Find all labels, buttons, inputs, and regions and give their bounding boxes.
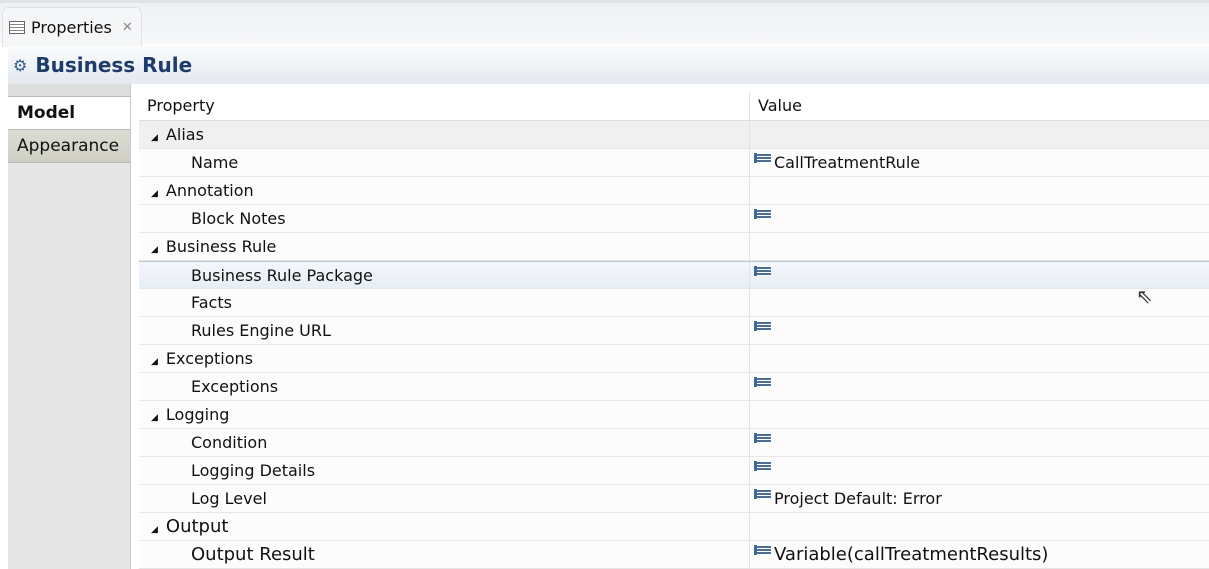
category-row[interactable]: ◢ Output [139,513,1209,541]
property-value-icon [754,266,771,276]
property-label: Business Rule Package [191,266,373,285]
property-label: Exceptions [165,349,253,368]
property-value-icon [754,209,771,219]
property-label: Rules Engine URL [191,321,331,340]
property-label: Output [165,516,229,537]
value-cell[interactable] [750,121,1209,148]
value-cell[interactable] [750,513,1209,540]
property-label: Logging Details [191,461,316,480]
value-cell[interactable]: Variable(callTreatmentResults) [750,541,1209,568]
column-header-property[interactable]: Property [139,92,750,120]
value-cell[interactable] [750,205,1209,232]
property-value: Project Default: Error [774,489,942,508]
table-row[interactable]: Block Notes [139,205,1209,233]
view-tab-bar: Properties ✕ [0,0,1209,47]
table-row[interactable]: Exceptions [139,373,1209,401]
property-label: Condition [191,433,268,452]
value-cell[interactable] [750,429,1209,456]
column-header-value[interactable]: Value [750,92,1209,120]
tab-label: Properties [31,18,112,37]
tab-appearance[interactable]: Appearance [8,130,130,163]
value-cell[interactable]: CallTreatmentRule [750,149,1209,176]
expand-triangle-icon[interactable]: ◢ [151,405,158,432]
table-row[interactable]: Business Rule Package [139,261,1209,289]
page-title: Business Rule [35,53,193,77]
value-cell[interactable] [750,373,1209,400]
side-tabs: Model Appearance [8,84,131,569]
table-row[interactable]: Name CallTreatmentRule [139,149,1209,177]
category-row[interactable]: ◢ Annotation [139,177,1209,205]
table-row[interactable]: Logging Details [139,457,1209,485]
value-cell[interactable] [750,345,1209,372]
table-row[interactable]: Condition [139,429,1209,457]
close-icon[interactable]: ✕ [122,20,133,35]
value-cell[interactable] [750,317,1209,344]
property-label: Business Rule [165,237,277,256]
gears-icon: ⚙ [13,55,28,75]
tab-model[interactable]: Model [8,97,130,130]
expand-triangle-icon[interactable]: ◢ [151,181,158,208]
value-cell[interactable]: Project Default: Error [750,485,1209,512]
property-label: Block Notes [191,209,286,228]
expand-triangle-icon[interactable]: ◢ [151,517,158,544]
property-value-icon [754,545,771,555]
category-row[interactable]: ◢ Logging [139,401,1209,429]
mouse-cursor-icon: ⇖ [1136,284,1153,308]
expand-triangle-icon[interactable]: ◢ [151,125,158,152]
value-cell[interactable] [750,401,1209,428]
property-table: Property Value ◢ Alias Name CallTreatmentRu… [139,92,1209,569]
property-value-icon [754,321,771,331]
section-title: ⚙ Business Rule [8,46,1209,84]
table-row[interactable]: Log Level Project Default: Error [139,485,1209,513]
value-cell[interactable] [750,177,1209,204]
property-label: Name [191,153,239,172]
property-label: Facts [191,293,232,312]
value-cell[interactable] [750,233,1209,260]
property-label: Exceptions [191,377,279,396]
property-value-icon [754,153,771,163]
tab-properties[interactable]: Properties ✕ [2,7,142,47]
property-value-icon [754,377,771,387]
value-cell[interactable] [750,457,1209,484]
expand-triangle-icon[interactable]: ◢ [151,237,158,264]
expand-triangle-icon[interactable]: ◢ [151,349,158,376]
table-row[interactable]: Output Result Variable(callTreatmentResul… [139,541,1209,569]
category-row[interactable]: ◢ Alias [139,121,1209,149]
property-value-icon [754,433,771,443]
property-label: Alias [165,125,204,144]
category-row[interactable]: ◢ Business Rule [139,233,1209,261]
category-row[interactable]: ◢ Exceptions [139,345,1209,373]
property-value-icon [754,461,771,471]
property-label: Log Level [191,489,267,508]
property-value: Variable(callTreatmentResults) [774,544,1049,565]
property-value-icon [754,489,771,499]
property-label: Annotation [165,181,254,200]
properties-icon [9,21,25,34]
property-label: Logging [165,405,230,424]
table-row[interactable]: Facts [139,289,1209,317]
property-label: Output Result [191,544,315,565]
property-value: CallTreatmentRule [774,153,921,172]
table-row[interactable]: Rules Engine URL [139,317,1209,345]
